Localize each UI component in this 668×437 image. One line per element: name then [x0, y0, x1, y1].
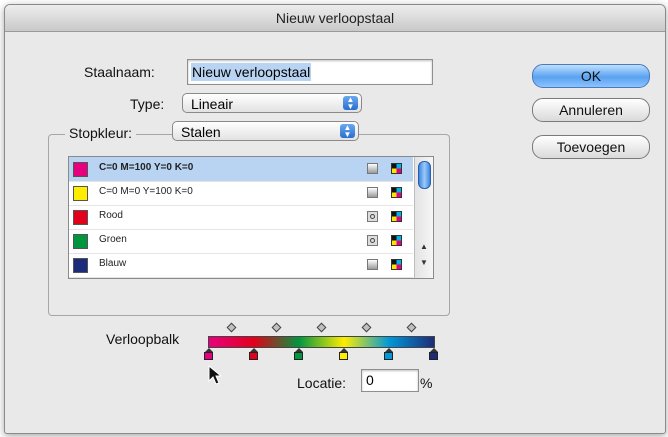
swatch-color-chip	[73, 162, 88, 177]
dialog-window: Nieuw verloopstaal Staalnaam: Nieuw verl…	[4, 4, 666, 434]
type-popup[interactable]: Lineair ▲ ▼	[182, 93, 362, 113]
add-button[interactable]: Toevoegen	[532, 135, 650, 159]
swatch-row-magenta[interactable]: C=0 M=100 Y=0 K=0	[69, 157, 413, 182]
gradient-stop-0[interactable]	[203, 348, 214, 360]
location-unit: %	[420, 375, 433, 391]
cmyk-mode-icon	[391, 235, 402, 246]
process-color-icon	[367, 259, 378, 270]
swatch-color-chip	[73, 234, 88, 249]
gradient-midpoint-3[interactable]	[362, 324, 371, 333]
type-label: Type:	[130, 96, 165, 112]
gradient-stop-2[interactable]	[293, 348, 304, 360]
swatch-list[interactable]: C=0 M=100 Y=0 K=0 C=0 M=0 Y=100 K=0 Rood…	[68, 156, 434, 279]
scrollbar-thumb[interactable]	[418, 161, 431, 189]
process-color-icon	[367, 163, 378, 174]
swatch-name: C=0 M=0 Y=100 K=0	[99, 186, 193, 197]
gradient-stop-3[interactable]	[338, 348, 349, 360]
dialog-title: Nieuw verloopstaal	[5, 5, 665, 32]
cmyk-mode-icon	[391, 163, 402, 174]
gradient-stop-5[interactable]	[428, 348, 439, 360]
swatch-color-chip	[73, 210, 88, 225]
gradient-midpoint-1[interactable]	[272, 324, 281, 333]
scroll-down-icon[interactable]: ▼	[418, 257, 430, 269]
name-field[interactable]: Nieuw verloopstaal	[187, 59, 433, 85]
gradient-midpoint-0[interactable]	[227, 324, 236, 333]
swatch-name: Rood	[99, 210, 123, 221]
stop-color-popup-value: Stalen	[181, 124, 221, 140]
swatch-color-chip	[73, 258, 88, 273]
gradient-midpoint-4[interactable]	[407, 324, 416, 333]
spot-color-icon	[367, 235, 378, 246]
swatch-row-yellow[interactable]: C=0 M=0 Y=100 K=0	[69, 181, 413, 206]
type-popup-value: Lineair	[191, 96, 234, 112]
cmyk-mode-icon	[391, 259, 402, 270]
cancel-button[interactable]: Annuleren	[532, 98, 650, 122]
swatch-row-rood[interactable]: Rood	[69, 205, 413, 230]
process-color-icon	[367, 187, 378, 198]
gradient-ramp[interactable]	[208, 336, 435, 348]
name-field-value: Nieuw verloopstaal	[191, 63, 312, 81]
gradient-midpoint-2[interactable]	[317, 324, 326, 333]
gradient-stop-1[interactable]	[248, 348, 259, 360]
cmyk-mode-icon	[391, 187, 402, 198]
swatch-name: Groen	[99, 234, 127, 245]
cmyk-mode-icon	[391, 211, 402, 222]
swatch-name: Blauw	[99, 258, 127, 269]
updown-arrows-icon: ▲ ▼	[340, 124, 355, 139]
stop-color-popup[interactable]: Stalen ▲ ▼	[172, 121, 359, 141]
spot-color-icon	[367, 211, 378, 222]
name-label: Staalnaam:	[84, 64, 155, 80]
swatch-name: C=0 M=100 Y=0 K=0	[99, 162, 194, 173]
updown-arrows-icon: ▲ ▼	[343, 96, 358, 111]
swatch-row-groen[interactable]: Groen	[69, 229, 413, 254]
swatch-color-chip	[73, 186, 88, 201]
mouse-pointer-icon	[208, 365, 222, 385]
scroll-up-icon[interactable]: ▲	[418, 241, 430, 253]
stop-color-label: Stopkleur:	[65, 125, 137, 141]
swatch-list-scrollbar[interactable]: ▲ ▼	[414, 157, 433, 278]
ok-button[interactable]: OK	[532, 64, 650, 88]
gradient-stop-4[interactable]	[383, 348, 394, 360]
location-field[interactable]: 0	[361, 369, 419, 392]
location-label: Locatie:	[297, 375, 347, 391]
swatch-row-blauw[interactable]: Blauw	[69, 253, 413, 278]
gradient-ramp-label: Verloopbalk	[106, 331, 180, 347]
